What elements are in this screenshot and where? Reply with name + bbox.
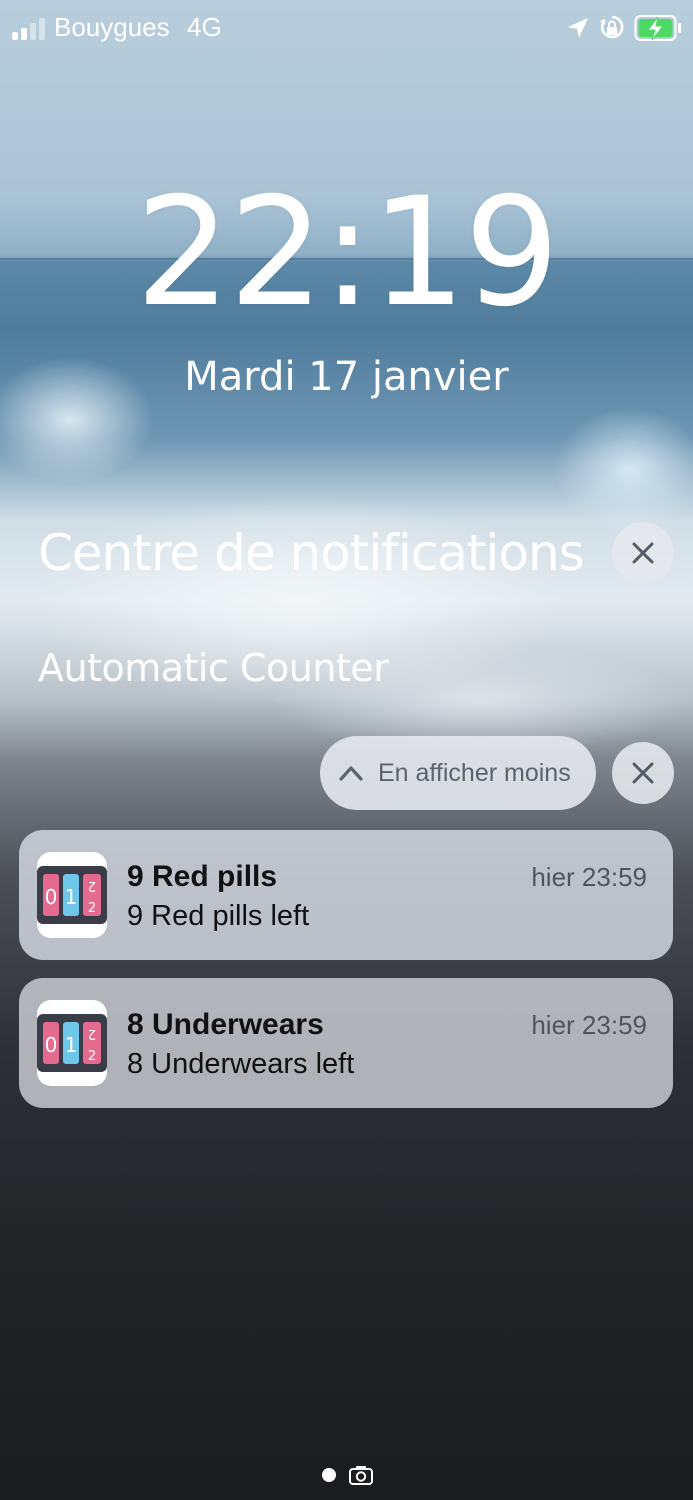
page-indicator-dot[interactable]	[322, 1468, 336, 1482]
svg-text:0: 0	[45, 1033, 58, 1057]
network-type: 4G	[187, 12, 222, 42]
svg-text:0: 0	[45, 885, 58, 909]
lock-screen-time: 22:19	[135, 166, 559, 340]
counter-app-icon: 0 1 2 2	[37, 1000, 107, 1086]
svg-text:1: 1	[65, 1033, 78, 1057]
clear-all-notifications-button[interactable]	[612, 522, 674, 584]
close-icon	[632, 542, 654, 564]
notification-body: 8 Underwears left	[127, 1048, 355, 1080]
show-less-button[interactable]: En afficher moins	[320, 736, 596, 810]
clear-group-button[interactable]	[612, 742, 674, 804]
notification-title: 8 Underwears	[127, 1008, 324, 1041]
svg-text:2: 2	[88, 1026, 96, 1041]
notification-body: 9 Red pills left	[127, 900, 310, 932]
chevron-up-icon	[339, 766, 363, 781]
battery-charging-icon	[634, 15, 681, 41]
counter-app-icon: 0 1 2 2	[37, 852, 107, 938]
svg-text:1: 1	[65, 885, 78, 909]
svg-text:2: 2	[88, 878, 96, 893]
notification-title: 9 Red pills	[127, 860, 278, 893]
notification-time: hier 23:59	[531, 1010, 647, 1040]
notification-group-app-name: Automatic Counter	[38, 646, 389, 690]
lock-screen-date: Mardi 17 janvier	[184, 354, 509, 400]
svg-text:2: 2	[88, 1049, 96, 1064]
notification-card[interactable]: 0 1 2 2 8 Underwears 8 Underwears left h…	[19, 978, 673, 1108]
show-less-label: En afficher moins	[378, 758, 571, 787]
svg-text:2: 2	[88, 901, 96, 916]
notification-center-title: Centre de notifications	[38, 524, 585, 582]
location-icon	[568, 18, 588, 38]
notification-card[interactable]: 0 1 2 2 9 Red pills 9 Red pills left hie…	[19, 830, 673, 960]
lock-rotation-icon	[600, 15, 624, 39]
signal-icon	[12, 16, 48, 40]
camera-icon[interactable]	[349, 1464, 373, 1486]
notification-time: hier 23:59	[531, 862, 647, 892]
close-icon	[632, 762, 654, 784]
status-bar: Bouygues 4G	[0, 0, 693, 58]
carrier-name: Bouygues	[54, 12, 170, 42]
